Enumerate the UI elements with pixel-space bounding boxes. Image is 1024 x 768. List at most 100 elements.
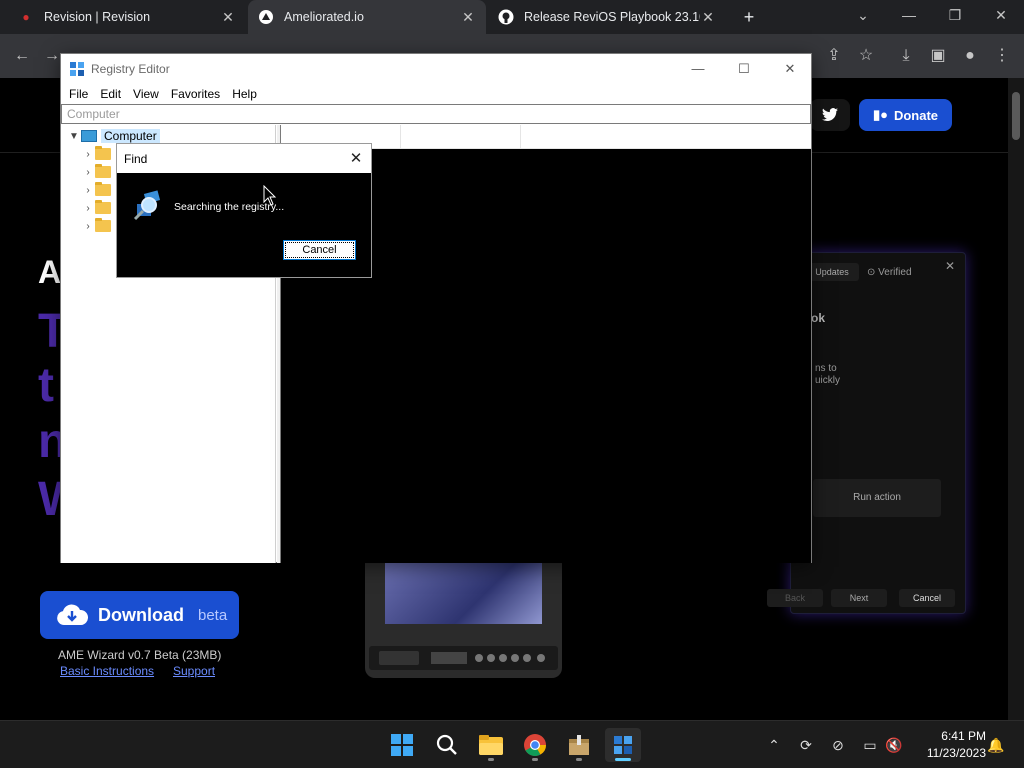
tree-item-hive[interactable]: ›	[81, 145, 115, 163]
show-hidden-icons-chevron-icon[interactable]: ⌃	[764, 735, 784, 755]
download-label: Download	[98, 604, 184, 625]
taskbar-search-button[interactable]	[429, 728, 465, 762]
volume-muted-icon[interactable]: 🔇	[884, 735, 904, 755]
notification-bell-icon[interactable]: 🔔	[986, 735, 1006, 755]
tab-revision[interactable]: ● Revision | Revision ✕	[8, 0, 246, 34]
taskbar-file-explorer[interactable]	[473, 728, 509, 762]
tree-item-hive[interactable]: ›	[81, 181, 115, 199]
patreon-icon: ▮●	[872, 107, 888, 122]
network-disconnected-icon[interactable]: ⊘	[828, 735, 848, 755]
tv-control-panel	[369, 646, 558, 670]
verified-badge: ⊙ Verified	[867, 267, 912, 278]
close-icon[interactable]: ✕	[978, 0, 1024, 30]
menu-bar: File Edit View Favorites Help	[61, 84, 811, 104]
tree-item-hive[interactable]: ›	[81, 199, 115, 217]
column-header-data[interactable]	[521, 125, 811, 149]
address-bar[interactable]: Computer	[61, 104, 811, 124]
windows-start-icon	[391, 734, 413, 756]
version-text: AME Wizard v0.7 Beta (23MB)	[58, 648, 222, 662]
ame-close-icon[interactable]: ✕	[945, 259, 955, 273]
registry-editor-icon	[614, 736, 632, 754]
restore-icon[interactable]: ❐	[932, 0, 978, 30]
chrome-icon	[524, 734, 546, 756]
beta-badge: beta	[198, 606, 228, 624]
donate-label: Donate	[893, 107, 939, 123]
donate-button[interactable]: ▮● Donate	[859, 99, 952, 131]
revision-favicon-icon: ●	[22, 10, 30, 24]
taskbar-chrome[interactable]	[517, 728, 553, 762]
side-panel-icon[interactable]: ▣	[926, 44, 950, 68]
github-favicon-icon	[498, 9, 514, 25]
cancel-button[interactable]: Cancel	[899, 589, 955, 607]
ame-description: ns to	[815, 363, 837, 374]
twitter-button[interactable]	[810, 99, 850, 131]
taskbar-registry-editor[interactable]	[605, 728, 641, 762]
hero-line: t	[38, 359, 54, 412]
menu-favorites[interactable]: Favorites	[165, 84, 226, 104]
expand-arrow-icon[interactable]: ›	[81, 185, 95, 196]
tab-close-icon[interactable]: ✕	[460, 9, 476, 26]
minimize-icon[interactable]: —	[886, 0, 932, 30]
clock-date[interactable]: 11/23/2023	[906, 746, 986, 760]
tab-close-icon[interactable]: ✕	[700, 9, 716, 26]
find-dialog-titlebar[interactable]: Find	[117, 144, 371, 173]
clock-time[interactable]: 6:41 PM	[916, 729, 986, 743]
updates-tab[interactable]: Updates	[805, 263, 859, 281]
menu-file[interactable]: File	[63, 84, 94, 104]
scrollbar-thumb[interactable]	[1012, 92, 1020, 140]
maximize-icon[interactable]: ☐	[721, 54, 767, 84]
sync-icon[interactable]: ⟳	[796, 735, 816, 755]
folder-icon	[95, 182, 111, 196]
browser-tab-bar: ● Revision | Revision ✕ Ameliorated.io ✕…	[0, 0, 1024, 34]
close-icon[interactable]: ✕	[767, 54, 813, 84]
download-button[interactable]: Download beta	[40, 591, 239, 639]
menu-kebab-icon[interactable]: ⋮	[990, 44, 1014, 68]
back-icon[interactable]: ←	[10, 44, 34, 68]
running-indicator	[532, 758, 538, 761]
close-icon[interactable]: ✕	[341, 144, 371, 173]
collapse-arrow-icon[interactable]: ▼	[67, 131, 81, 142]
bookmark-star-icon[interactable]: ☆	[854, 44, 878, 68]
run-action-button[interactable]: Run action	[813, 479, 941, 517]
running-indicator	[576, 758, 582, 761]
back-button[interactable]: Back	[767, 589, 823, 607]
minimize-icon[interactable]: —	[675, 54, 721, 84]
cloud-download-icon	[57, 604, 88, 625]
cancel-button[interactable]: Cancel	[283, 240, 356, 260]
basic-instructions-link[interactable]: Basic Instructions	[60, 664, 154, 678]
download-icon[interactable]: ⤓	[894, 44, 918, 68]
menu-help[interactable]: Help	[226, 84, 263, 104]
new-tab-button[interactable]: +	[738, 6, 760, 28]
ameliorated-favicon-icon	[258, 9, 274, 25]
share-icon[interactable]: ⇪	[822, 44, 846, 68]
tab-ameliorated[interactable]: Ameliorated.io ✕	[248, 0, 486, 34]
ame-description: uickly	[815, 375, 841, 386]
registry-editor-window: Registry Editor — ☐ ✕ File Edit View Fav…	[60, 53, 812, 563]
support-link[interactable]: Support	[173, 664, 215, 678]
tab-title: Release ReviOS Playbook 23.10 ·	[524, 10, 700, 24]
tree-item-hive[interactable]: ›	[81, 217, 115, 235]
menu-edit[interactable]: Edit	[94, 84, 127, 104]
expand-arrow-icon[interactable]: ›	[81, 167, 95, 178]
retro-tv-illustration	[365, 562, 562, 678]
menu-view[interactable]: View	[127, 84, 165, 104]
expand-arrow-icon[interactable]: ›	[81, 203, 95, 214]
profile-icon[interactable]: ●	[958, 44, 982, 68]
twitter-icon	[822, 108, 838, 121]
tab-search-icon[interactable]: ⌄	[840, 0, 886, 30]
tab-close-icon[interactable]: ✕	[220, 9, 236, 26]
page-scrollbar[interactable]	[1008, 78, 1024, 720]
window-title: Registry Editor	[91, 62, 170, 76]
taskbar-package-app[interactable]	[561, 728, 597, 762]
expand-arrow-icon[interactable]: ›	[81, 221, 95, 232]
next-button[interactable]: Next	[831, 589, 887, 607]
start-button[interactable]	[384, 728, 420, 762]
tab-github-release[interactable]: Release ReviOS Playbook 23.10 · ✕	[488, 0, 726, 34]
ame-wizard-window: Updates ⊙ Verified ✕ ok ns to uickly Run…	[767, 252, 966, 614]
folder-icon	[95, 200, 111, 214]
display-icon[interactable]: ▭	[860, 735, 880, 755]
tree-item-hive[interactable]: ›	[81, 163, 115, 181]
column-header-type[interactable]	[401, 125, 521, 149]
expand-arrow-icon[interactable]: ›	[81, 149, 95, 160]
file-explorer-icon	[479, 735, 503, 755]
